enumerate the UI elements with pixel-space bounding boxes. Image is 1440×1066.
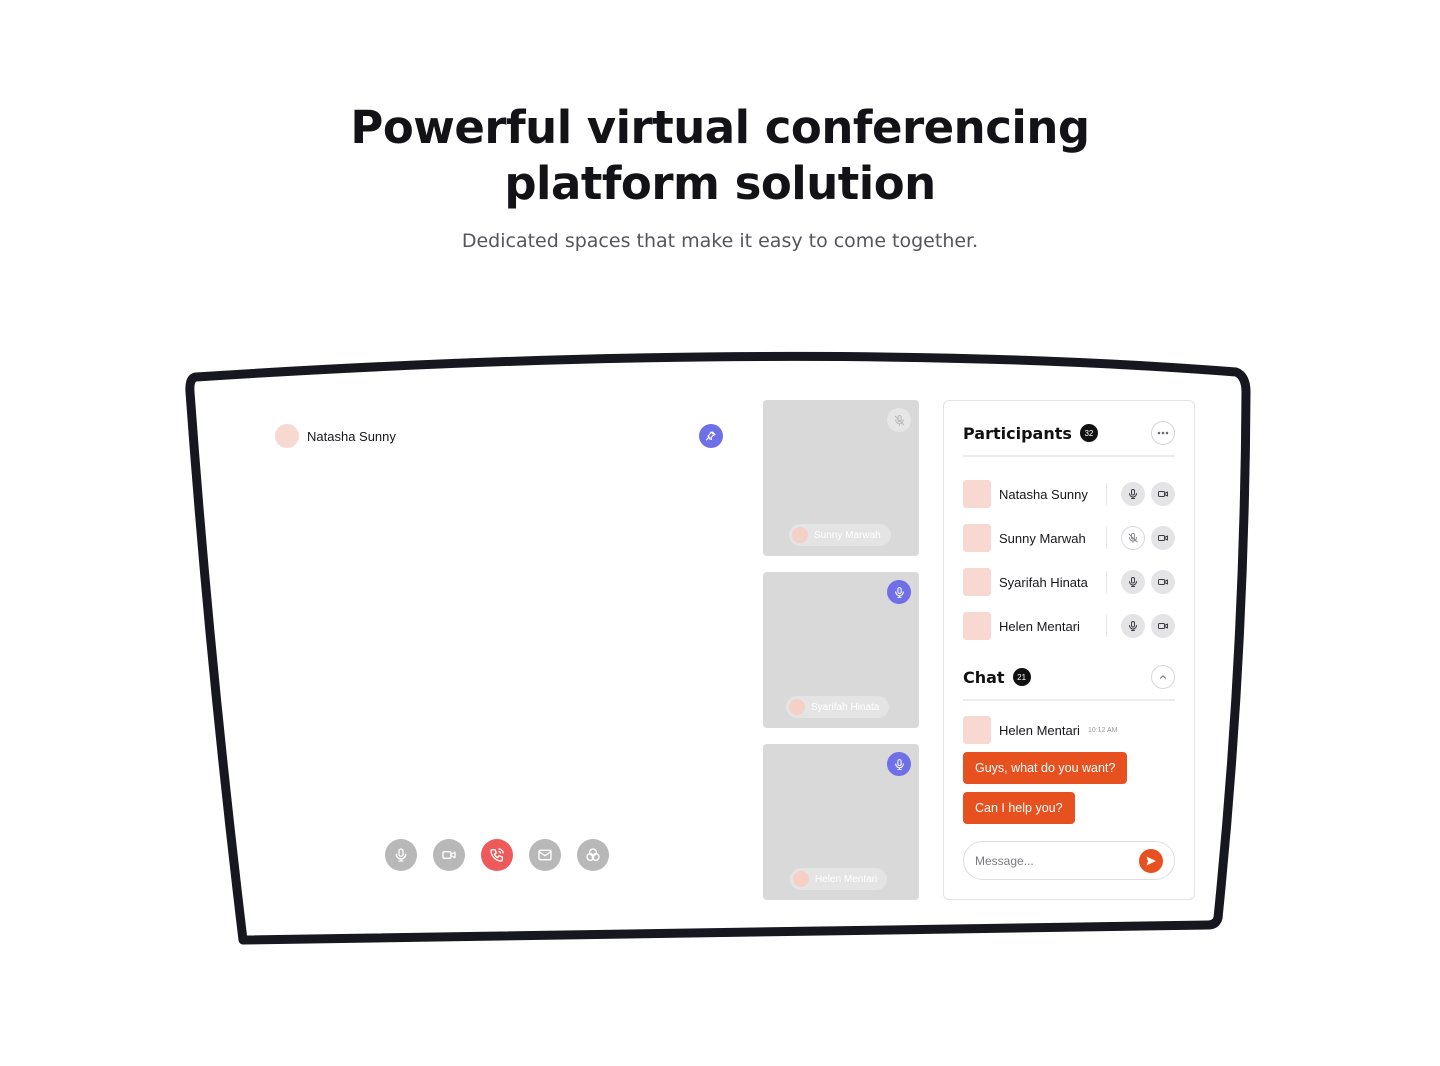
- circles-icon: [586, 848, 600, 861]
- avatar: [275, 424, 299, 448]
- camera-button[interactable]: [433, 839, 465, 871]
- chat-message-bubble: Guys, what do you want?: [963, 752, 1128, 784]
- hero-title-line-2: platform solution: [504, 157, 936, 210]
- participant-name: Sunny Marwah: [999, 530, 1086, 546]
- hero-title-line-1: Powerful virtual conferencing: [350, 101, 1090, 154]
- pin-icon: [705, 431, 716, 441]
- divider: [963, 455, 1175, 457]
- tile-name: Syarifah Hinata: [811, 701, 880, 713]
- chat-sender-name: Helen Mentari: [999, 722, 1080, 738]
- message-input-bar: [963, 841, 1175, 880]
- chat-title: Chat: [963, 667, 1005, 687]
- participant-name: Syarifah Hinata: [999, 574, 1088, 590]
- participant-camera-button[interactable]: [1151, 570, 1175, 594]
- participant-row[interactable]: Natasha Sunny: [963, 480, 1175, 508]
- divider: [1106, 527, 1107, 549]
- tile-name: Helen Mentari: [815, 873, 878, 885]
- tile-name-tag: Sunny Marwah: [789, 524, 891, 546]
- avatar: [793, 871, 809, 887]
- divider: [1106, 615, 1107, 637]
- call-controls: [385, 839, 609, 871]
- avatar: [963, 716, 991, 744]
- participant-mic-button[interactable]: [1121, 526, 1145, 550]
- chat-message-header: Helen Mentari 10:12 AM: [963, 716, 1118, 744]
- more-horizontal-icon: [1157, 431, 1169, 435]
- divider: [963, 699, 1175, 701]
- tile-name: Sunny Marwah: [814, 529, 881, 541]
- avatar: [963, 612, 991, 640]
- participant-row[interactable]: Helen Mentari: [963, 612, 1175, 640]
- participant-mic-button[interactable]: [1121, 482, 1145, 506]
- participants-more-button[interactable]: [1151, 421, 1175, 445]
- message-button[interactable]: [529, 839, 561, 871]
- end-call-button[interactable]: [481, 839, 513, 871]
- envelope-icon: [538, 849, 552, 861]
- video-tile[interactable]: Sunny Marwah: [763, 400, 919, 556]
- side-panel: Participants 32 Natasha Sunny Sunny Marw…: [943, 400, 1195, 900]
- participant-row[interactable]: Syarifah Hinata: [963, 568, 1175, 596]
- effects-button[interactable]: [577, 839, 609, 871]
- avatar: [963, 524, 991, 552]
- avatar: [963, 568, 991, 596]
- video-camera-icon: [442, 851, 456, 859]
- hero-title: Powerful virtual conferencing platform s…: [0, 100, 1440, 212]
- send-button[interactable]: [1139, 848, 1163, 873]
- avatar: [792, 527, 808, 543]
- avatar: [963, 480, 991, 508]
- participant-name: Natasha Sunny: [999, 486, 1088, 502]
- video-camera-icon: [1158, 579, 1168, 585]
- video-camera-icon: [1158, 491, 1168, 497]
- mic-icon: [894, 758, 904, 770]
- participant-row[interactable]: Sunny Marwah: [963, 524, 1175, 552]
- participants-title: Participants: [963, 423, 1072, 443]
- participant-camera-button[interactable]: [1151, 526, 1175, 550]
- divider: [1106, 483, 1107, 505]
- send-icon: [1146, 856, 1156, 865]
- participants-count-badge: 32: [1079, 424, 1098, 442]
- chat-collapse-button[interactable]: [1151, 665, 1175, 689]
- chat-message-bubble: Can I help you?: [963, 792, 1075, 824]
- mic-button[interactable]: [385, 839, 417, 871]
- muted-mic-indicator: [887, 408, 911, 432]
- mic-icon: [1129, 621, 1137, 631]
- mic-icon: [395, 848, 407, 862]
- mic-off-icon: [894, 414, 904, 426]
- mic-off-icon: [1128, 533, 1138, 543]
- mic-icon: [1129, 489, 1137, 499]
- phone-icon: [490, 848, 504, 862]
- message-input[interactable]: [975, 853, 1139, 868]
- chevron-up-icon: [1160, 675, 1166, 679]
- avatar: [789, 699, 805, 715]
- main-speaker-tag: Natasha Sunny: [275, 424, 396, 448]
- participant-name: Helen Mentari: [999, 618, 1080, 634]
- mic-icon: [894, 586, 904, 598]
- participants-header: Participants 32: [963, 421, 1175, 445]
- video-camera-icon: [1158, 535, 1168, 541]
- participant-mic-button[interactable]: [1121, 570, 1145, 594]
- hero-subtitle: Dedicated spaces that make it easy to co…: [461, 230, 979, 252]
- participant-camera-button[interactable]: [1151, 614, 1175, 638]
- main-speaker-name: Natasha Sunny: [307, 428, 396, 444]
- chat-timestamp: 10:12 AM: [1087, 726, 1118, 734]
- active-mic-indicator: [887, 580, 911, 604]
- chat-count-badge: 21: [1012, 668, 1031, 686]
- mic-icon: [1129, 577, 1137, 587]
- participant-mic-button[interactable]: [1121, 614, 1145, 638]
- divider: [1106, 571, 1107, 593]
- chat-header: Chat 21: [963, 665, 1175, 689]
- tile-name-tag: Helen Mentari: [790, 868, 888, 890]
- participant-camera-button[interactable]: [1151, 482, 1175, 506]
- pin-button[interactable]: [699, 424, 723, 448]
- video-tile[interactable]: Syarifah Hinata: [763, 572, 919, 728]
- tile-name-tag: Syarifah Hinata: [786, 696, 890, 718]
- video-tile[interactable]: Helen Mentari: [763, 744, 919, 900]
- video-camera-icon: [1158, 623, 1168, 629]
- active-mic-indicator: [887, 752, 911, 776]
